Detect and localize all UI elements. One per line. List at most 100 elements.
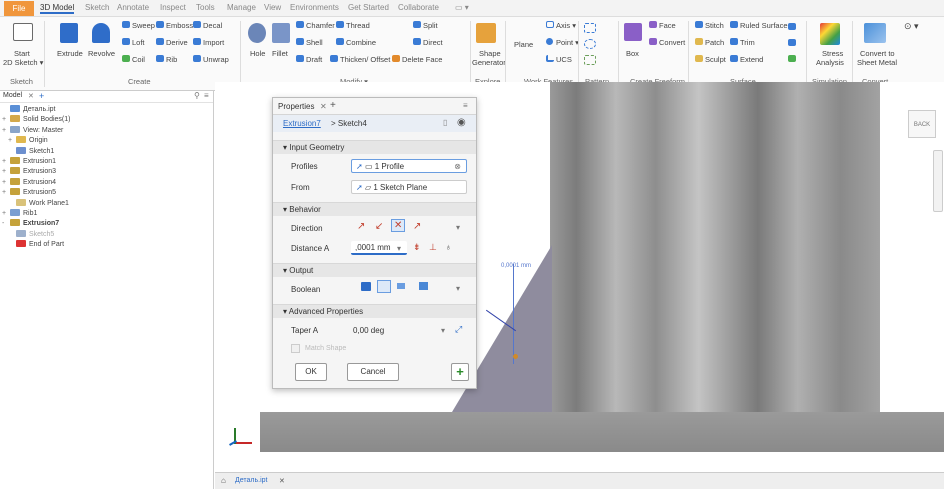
rectangular-pattern-icon[interactable]: [584, 23, 596, 33]
thicken-icon[interactable]: [330, 55, 338, 62]
add-tab-icon[interactable]: +: [330, 100, 336, 111]
tree-item[interactable]: Деталь.ipt: [2, 105, 56, 115]
expand-toggle-icon[interactable]: +: [2, 115, 10, 125]
split-button[interactable]: Split: [423, 21, 438, 30]
breadcrumb-link[interactable]: Extrusion7: [283, 119, 321, 128]
import-icon[interactable]: [193, 38, 201, 45]
tab-environments[interactable]: Environments: [290, 3, 339, 12]
panel-menu-icon[interactable]: ≡: [463, 101, 468, 110]
combine-button[interactable]: Combine: [346, 38, 376, 47]
expand-toggle-icon[interactable]: +: [8, 136, 16, 146]
tab-inspect[interactable]: Inspect: [160, 3, 186, 12]
hole-button[interactable]: Hole: [250, 49, 265, 58]
cancel-button[interactable]: Cancel: [347, 363, 399, 381]
loft-icon[interactable]: [122, 38, 130, 45]
convert-sheet-metal-icon[interactable]: [864, 23, 886, 43]
toggle-icon[interactable]: ▯: [443, 118, 447, 127]
point-icon[interactable]: [546, 38, 553, 45]
boolean-intersect-icon[interactable]: [397, 283, 405, 289]
split-icon[interactable]: [413, 21, 421, 28]
ucs-icon[interactable]: [546, 55, 554, 62]
expand-toggle-icon[interactable]: -: [2, 219, 10, 229]
chamfer-button[interactable]: Chamfer: [306, 21, 335, 30]
draft-button[interactable]: Draft: [306, 55, 322, 64]
taper-a-input[interactable]: 0,00 deg: [353, 326, 384, 335]
trim-icon[interactable]: [730, 38, 738, 45]
combine-icon[interactable]: [336, 38, 344, 45]
tab-manage[interactable]: Manage: [227, 3, 256, 12]
revolve-icon[interactable]: [92, 23, 110, 43]
extent-between-icon[interactable]: ♁: [445, 242, 452, 252]
mirror-icon[interactable]: [584, 55, 596, 65]
hole-icon[interactable]: [248, 23, 266, 43]
start-sketch-label[interactable]: Start: [14, 49, 30, 58]
ruled-surface-icon[interactable]: [730, 21, 738, 28]
chamfer-icon[interactable]: [296, 21, 304, 28]
tab-sketch[interactable]: Sketch: [85, 3, 109, 12]
unwrap-icon[interactable]: [193, 55, 201, 62]
close-icon[interactable]: ✕: [28, 92, 34, 100]
viewcube[interactable]: BACK: [908, 110, 936, 138]
extent-to-icon[interactable]: ⇟: [413, 242, 421, 253]
extend-icon[interactable]: [730, 55, 738, 62]
boolean-new-solid-icon[interactable]: [419, 282, 428, 290]
ribbon-options-icon[interactable]: ⊙ ▾: [904, 21, 919, 32]
loft-button[interactable]: Loft: [132, 38, 145, 47]
tree-item[interactable]: + Extrusion4: [2, 177, 56, 188]
clear-selection-icon[interactable]: ⊗: [454, 160, 461, 173]
tree-item[interactable]: + Rib1: [2, 209, 37, 219]
tab-collaborate[interactable]: Collaborate: [398, 3, 439, 12]
shape-generator-icon[interactable]: [476, 23, 496, 43]
delete-face-button[interactable]: Delete Face: [402, 55, 442, 64]
tree-item[interactable]: + Extrusion1: [2, 157, 56, 167]
rib-icon[interactable]: [156, 55, 164, 62]
tab-3d-model[interactable]: 3D Model: [40, 3, 75, 14]
tree-item[interactable]: Work Plane1: [8, 198, 69, 209]
close-document-icon[interactable]: ✕: [279, 477, 285, 485]
advanced-properties-header[interactable]: ▾ Advanced Properties: [273, 304, 476, 318]
dimension-label[interactable]: 0,0001 mm: [501, 263, 531, 269]
surface-extra-icon-2[interactable]: [788, 39, 796, 46]
fillet-button[interactable]: Fillet: [272, 49, 288, 58]
analysis-label[interactable]: Analysis: [816, 58, 844, 67]
tab-tools[interactable]: Tools: [196, 3, 215, 12]
taper-dropdown-icon[interactable]: ▾: [441, 326, 445, 335]
direction-dropdown-icon[interactable]: ▾: [456, 223, 460, 232]
stitch-icon[interactable]: [695, 21, 703, 28]
box-button[interactable]: Box: [626, 49, 639, 58]
extrude-icon[interactable]: [60, 23, 78, 43]
shape-generator-label[interactable]: Shape: [479, 49, 501, 58]
decal-icon[interactable]: [193, 21, 201, 28]
box-freeform-icon[interactable]: [624, 23, 642, 41]
extend-button[interactable]: Extend: [740, 55, 763, 64]
direction-asymmetric-icon[interactable]: ↗: [413, 221, 421, 232]
navigation-bar[interactable]: [933, 150, 943, 212]
emboss-button[interactable]: Emboss: [166, 21, 193, 30]
convert-icon[interactable]: [649, 38, 657, 45]
circular-pattern-icon[interactable]: [584, 39, 596, 49]
patch-button[interactable]: Patch: [705, 38, 724, 47]
ucs-button[interactable]: UCS: [556, 55, 572, 64]
decal-button[interactable]: Decal: [203, 21, 222, 30]
plane-button[interactable]: Plane: [514, 40, 533, 49]
model-tab[interactable]: Model: [3, 92, 22, 99]
derive-icon[interactable]: [156, 38, 164, 45]
draft-icon[interactable]: [296, 55, 304, 62]
file-tab[interactable]: File: [4, 1, 34, 16]
extent-perpendicular-icon[interactable]: ⊥: [429, 242, 437, 253]
unwrap-button[interactable]: Unwrap: [203, 55, 229, 64]
input-geometry-header[interactable]: ▾ Input Geometry: [273, 140, 476, 154]
stress-label[interactable]: Stress: [822, 49, 843, 58]
direction-flip-icon[interactable]: ↙: [375, 221, 383, 232]
direct-icon[interactable]: [413, 38, 421, 45]
expand-toggle-icon[interactable]: +: [2, 178, 10, 188]
apply-plus-icon[interactable]: +: [451, 363, 469, 381]
ok-button[interactable]: OK: [295, 363, 327, 381]
tab-view[interactable]: View: [264, 3, 281, 12]
tab-annotate[interactable]: Annotate: [117, 3, 149, 12]
expand-toggle-icon[interactable]: +: [2, 209, 10, 219]
rib-button[interactable]: Rib: [166, 55, 177, 64]
derive-button[interactable]: Derive: [166, 38, 188, 47]
taper-flip-icon[interactable]: ⤢: [455, 324, 462, 335]
stress-analysis-icon[interactable]: [820, 23, 840, 45]
